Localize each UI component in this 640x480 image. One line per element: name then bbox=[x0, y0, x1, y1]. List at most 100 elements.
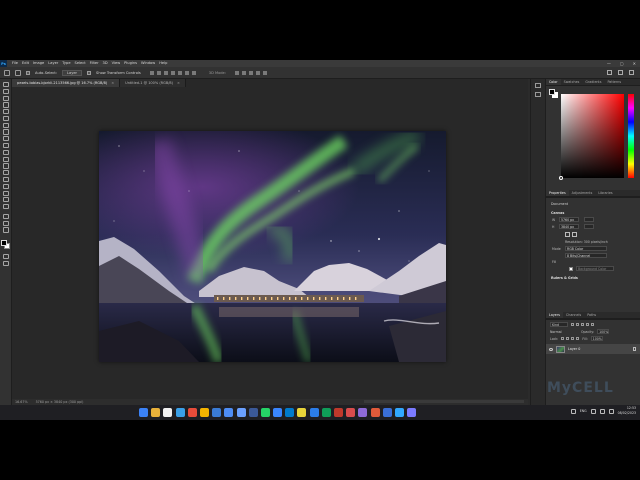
tab-untitled-document[interactable]: Untitled-1 @ 100% (RGB/8) × bbox=[120, 79, 186, 87]
minimize-button[interactable]: — bbox=[607, 60, 611, 67]
tab-active-document[interactable]: pexels-tobias-bjorkli-2113566.jpg @ 16.7… bbox=[12, 79, 121, 87]
eraser-tool-icon[interactable] bbox=[2, 156, 9, 162]
opacity-field[interactable]: 100% bbox=[597, 329, 610, 334]
edit-toolbar-icon[interactable] bbox=[2, 227, 9, 233]
layer-kind-filter[interactable]: Kind bbox=[550, 322, 568, 327]
taskbar-app-icon[interactable] bbox=[370, 408, 380, 417]
color-swatches[interactable] bbox=[1, 240, 10, 250]
foreground-color-swatch[interactable] bbox=[1, 240, 7, 247]
menu-3d[interactable]: 3D bbox=[103, 60, 108, 67]
frame-tool-icon[interactable] bbox=[2, 115, 9, 122]
smart-object-filter-icon[interactable] bbox=[591, 323, 594, 326]
type-tool-icon[interactable] bbox=[2, 190, 9, 196]
3d-pan-icon[interactable] bbox=[248, 70, 253, 75]
lock-all-icon[interactable] bbox=[576, 337, 580, 340]
menu-file[interactable]: File bbox=[12, 60, 18, 67]
type-filter-icon[interactable] bbox=[581, 323, 584, 326]
menu-plugins[interactable]: Plugins bbox=[124, 60, 137, 67]
canvas-area[interactable] bbox=[12, 87, 528, 399]
zoom-tool-icon[interactable] bbox=[2, 220, 9, 226]
foreground-color-chip[interactable] bbox=[549, 89, 555, 95]
taskbar-app-icon[interactable] bbox=[236, 408, 246, 417]
color-picker-ring-icon[interactable] bbox=[559, 176, 563, 180]
menu-image[interactable]: Image bbox=[33, 60, 44, 67]
marquee-tool-icon[interactable] bbox=[2, 88, 9, 94]
taskbar-app-icon[interactable] bbox=[309, 408, 319, 417]
rectangle-tool-icon[interactable] bbox=[2, 204, 9, 210]
menu-type[interactable]: Type bbox=[62, 60, 70, 67]
shape-filter-icon[interactable] bbox=[586, 323, 589, 326]
color-field[interactable] bbox=[561, 94, 624, 178]
3d-slide-icon[interactable] bbox=[255, 70, 260, 75]
clone-stamp-tool-icon[interactable] bbox=[2, 143, 9, 149]
taskbar-app-icon[interactable] bbox=[285, 408, 295, 417]
pixel-filter-icon[interactable] bbox=[571, 323, 574, 326]
visibility-eye-icon[interactable] bbox=[549, 347, 553, 351]
align-middle-icon[interactable] bbox=[177, 70, 182, 75]
clock[interactable]: 12:53 08/02/2023 bbox=[618, 406, 636, 416]
document-size-info[interactable]: 5760 px × 3840 px (300 ppi) bbox=[36, 400, 84, 404]
fill-color-swatch[interactable] bbox=[569, 266, 573, 271]
taskbar-app-icon[interactable] bbox=[163, 408, 173, 417]
taskbar-app-icon[interactable] bbox=[334, 408, 343, 417]
align-right-icon[interactable] bbox=[163, 70, 168, 75]
lock-artboard-icon[interactable] bbox=[571, 337, 575, 340]
fill-dropdown[interactable]: Background Color bbox=[576, 266, 614, 271]
taskbar-app-icon[interactable] bbox=[346, 408, 356, 417]
3d-rotate-icon[interactable] bbox=[234, 70, 239, 75]
taskbar-app-icon[interactable] bbox=[248, 408, 258, 417]
history-brush-tool-icon[interactable] bbox=[2, 149, 9, 155]
battery-icon[interactable] bbox=[608, 408, 614, 414]
hue-slider[interactable] bbox=[628, 94, 634, 178]
move-tool-icon[interactable] bbox=[15, 69, 21, 76]
language-indicator[interactable]: ENG bbox=[580, 409, 587, 413]
home-icon[interactable] bbox=[4, 69, 10, 76]
align-bottom-icon[interactable] bbox=[184, 70, 189, 75]
taskbar-app-icon[interactable] bbox=[407, 408, 417, 417]
crop-tool-icon[interactable] bbox=[2, 109, 9, 115]
taskbar-app-icon[interactable] bbox=[273, 408, 283, 417]
taskbar-app-icon[interactable] bbox=[321, 408, 331, 417]
height-field[interactable]: 3840 px bbox=[559, 224, 579, 229]
menu-help[interactable]: Help bbox=[159, 60, 167, 67]
rulers-grids-heading[interactable]: Rulers & Grids bbox=[551, 276, 640, 280]
start-menu-icon[interactable] bbox=[139, 408, 148, 417]
x-field[interactable] bbox=[584, 217, 594, 222]
tab-swatches[interactable]: Swatches bbox=[561, 79, 583, 85]
screen-mode-icon[interactable] bbox=[2, 260, 9, 266]
blur-tool-icon[interactable] bbox=[2, 170, 9, 176]
fill-field[interactable]: 100% bbox=[590, 336, 603, 341]
close-tab-icon[interactable]: × bbox=[111, 81, 114, 85]
taskbar-app-icon[interactable] bbox=[297, 408, 307, 417]
menu-edit[interactable]: Edit bbox=[22, 60, 29, 67]
3d-roll-icon[interactable] bbox=[241, 70, 246, 75]
y-field[interactable] bbox=[584, 224, 594, 229]
healing-brush-tool-icon[interactable] bbox=[2, 129, 9, 135]
dodge-tool-icon[interactable] bbox=[2, 176, 9, 183]
taskbar-app-icon[interactable] bbox=[199, 408, 209, 417]
menu-view[interactable]: View bbox=[112, 60, 121, 67]
align-top-icon[interactable] bbox=[170, 70, 175, 75]
taskbar-app-icon[interactable] bbox=[212, 408, 222, 417]
bit-depth-dropdown[interactable]: 8 Bits/Channel bbox=[565, 253, 607, 258]
blend-mode-dropdown[interactable]: Normal bbox=[550, 330, 578, 334]
tab-paths[interactable]: Paths bbox=[584, 312, 599, 318]
chevron-up-icon[interactable] bbox=[570, 408, 576, 414]
tab-libraries[interactable]: Libraries bbox=[595, 190, 615, 196]
3d-scale-icon[interactable] bbox=[262, 70, 267, 75]
tab-properties[interactable]: Properties bbox=[546, 190, 569, 196]
maximize-button[interactable]: ▢ bbox=[620, 60, 624, 67]
move-tool-icon[interactable] bbox=[2, 82, 9, 88]
layer-row[interactable]: Layer 0 bbox=[546, 344, 640, 354]
close-button[interactable]: ✕ bbox=[633, 60, 636, 67]
tab-color[interactable]: Color bbox=[546, 79, 561, 85]
tab-layers[interactable]: Layers bbox=[546, 312, 563, 318]
volume-icon[interactable] bbox=[599, 408, 605, 414]
hand-tool-icon[interactable] bbox=[2, 213, 9, 220]
lock-position-icon[interactable] bbox=[566, 337, 570, 340]
horizontal-scrollbar[interactable] bbox=[364, 400, 524, 403]
mode-dropdown[interactable]: RGB Color bbox=[565, 246, 607, 251]
menu-filter[interactable]: Filter bbox=[90, 60, 99, 67]
transform-controls-checkbox[interactable] bbox=[87, 70, 92, 75]
taskbar-app-icon[interactable] bbox=[394, 408, 404, 417]
